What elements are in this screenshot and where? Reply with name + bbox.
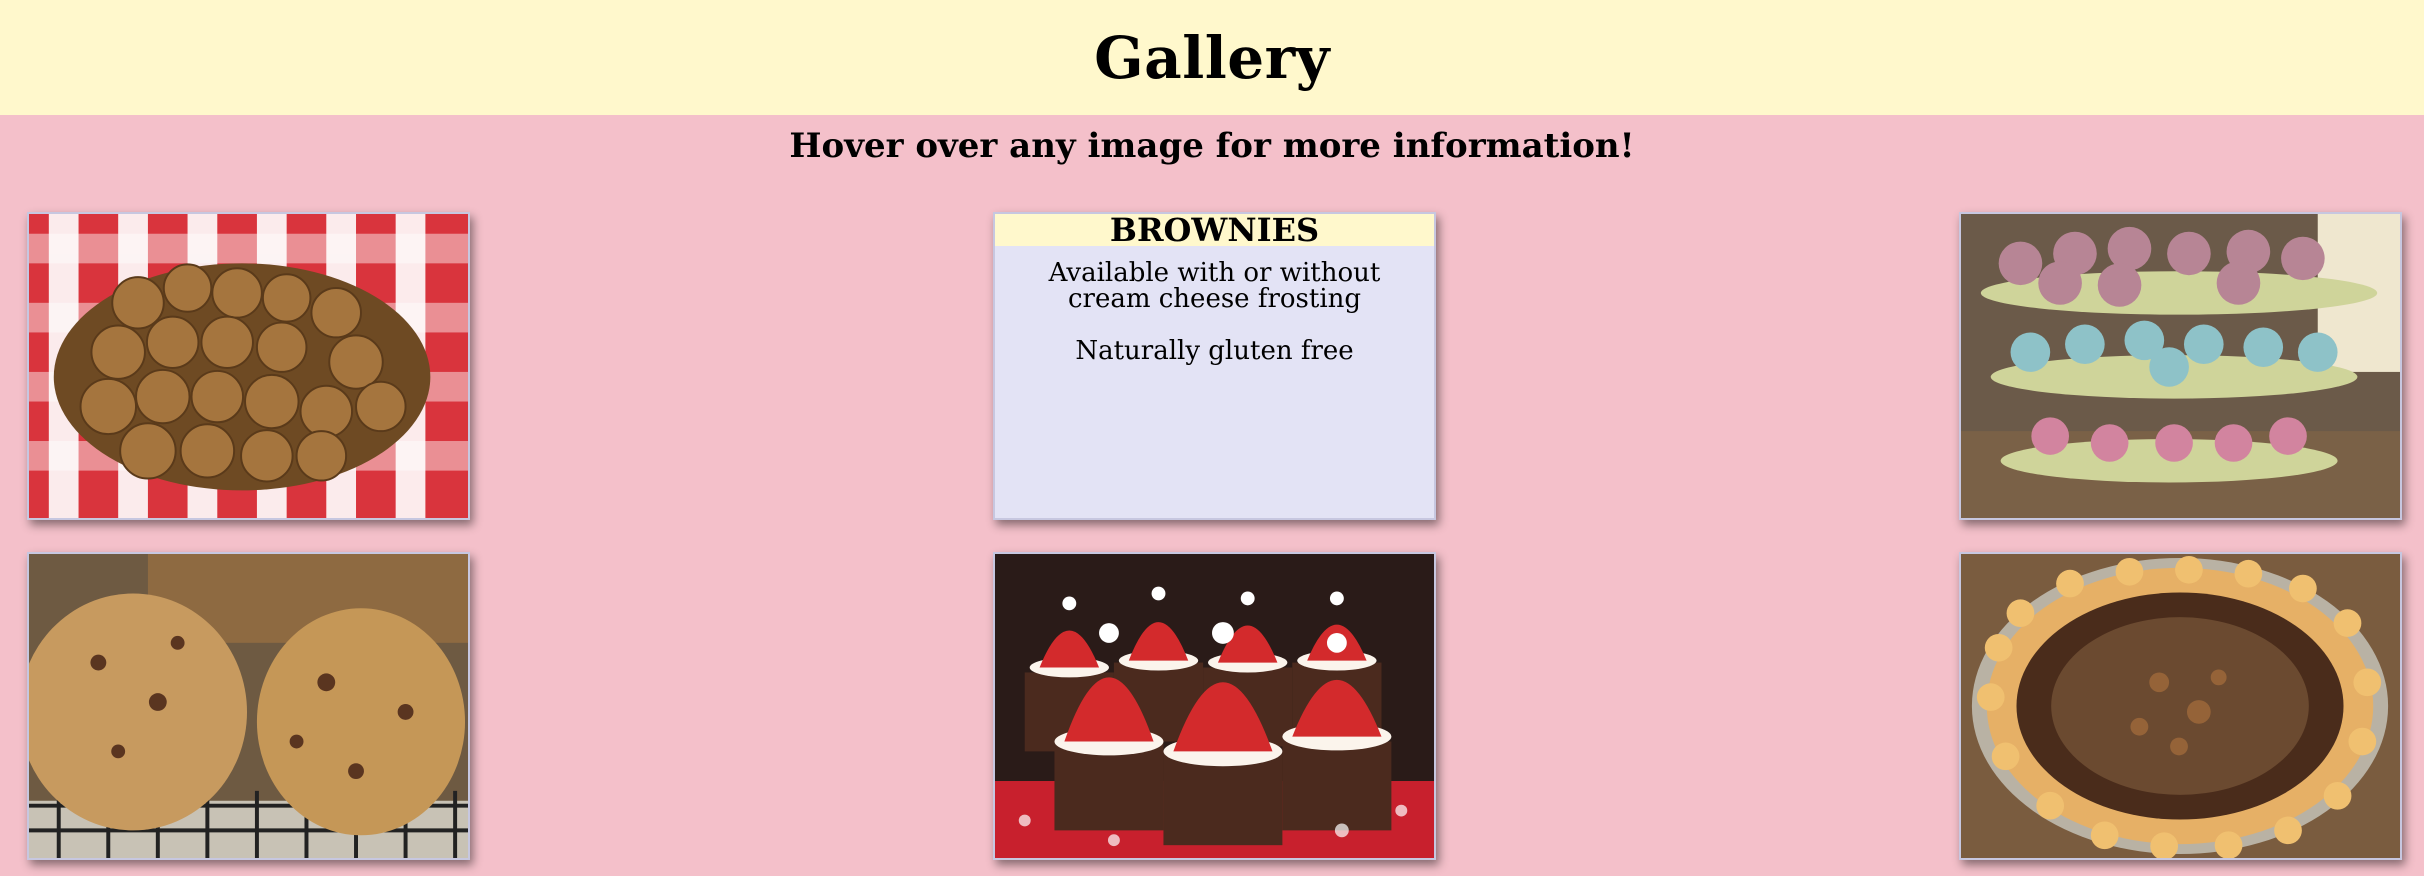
gallery-image-strawberry-santa-brownies[interactable] (993, 552, 1436, 860)
gallery-image-cupcake-tower[interactable] (1959, 212, 2402, 520)
gallery-item-brownies-info[interactable]: BROWNIES Available with or without cream… (993, 212, 1436, 520)
gallery-image-cookies-basket[interactable] (27, 212, 470, 520)
page-subtitle: Hover over any image for more informatio… (789, 126, 1635, 166)
info-description: Available with or without cream cheese f… (1048, 258, 1381, 314)
page-header: Gallery (0, 0, 2424, 115)
cupcake-tower-photo (1961, 214, 2400, 518)
info-gluten-free-note: Naturally gluten free (1075, 336, 1354, 366)
peanut-butter-pie-photo (1961, 554, 2400, 858)
gallery-image-chocolate-chip-cookies[interactable] (27, 552, 470, 860)
page-title: Gallery (1094, 23, 1330, 92)
gallery-image-peanut-butter-pie[interactable] (1959, 552, 2402, 860)
strawberry-santa-brownies-photo (995, 554, 1434, 858)
cookies-basket-photo (29, 214, 468, 518)
chocolate-chip-cookies-photo (29, 554, 468, 858)
info-title: BROWNIES (995, 214, 1434, 246)
